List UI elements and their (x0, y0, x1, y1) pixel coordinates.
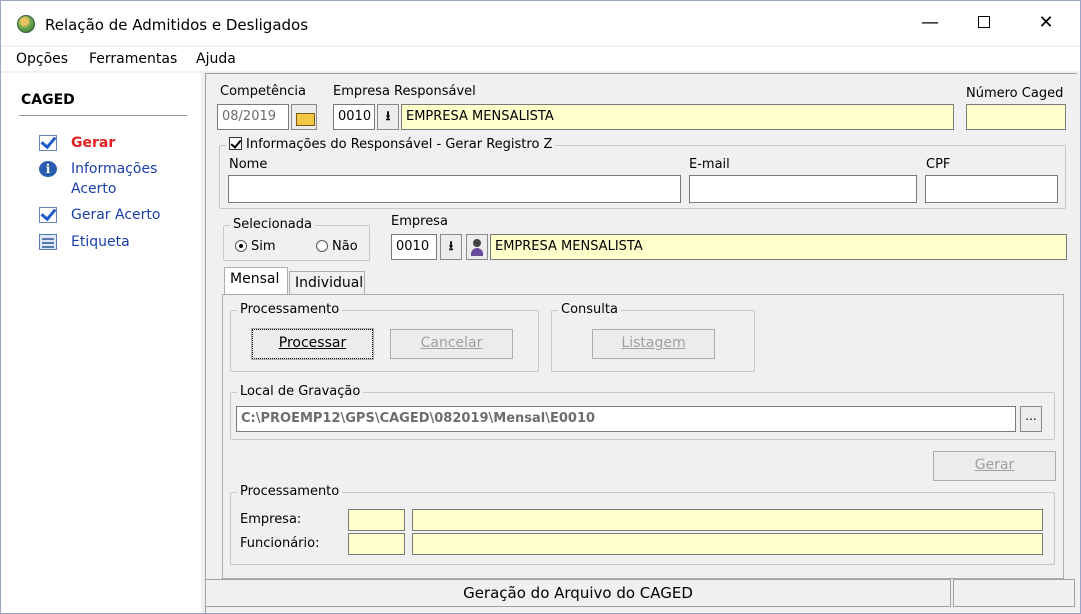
selecionada-group-title: Selecionada (230, 217, 315, 232)
sidebar-item-label: Gerar (71, 135, 116, 151)
maximize-icon (978, 15, 990, 28)
numero-caged-label: Número Caged (966, 86, 1064, 101)
gerar-label: Gerar (974, 457, 1015, 473)
sidebar-item-gerar-acerto[interactable]: Gerar Acerto (39, 205, 189, 225)
numero-caged-field (966, 104, 1066, 130)
title-bar: Relação de Admitidos e Desligados — ✕ (1, 1, 1080, 45)
cancelar-label: Cancelar (420, 335, 483, 351)
check-icon (39, 207, 57, 223)
sidebar-item-informacoes-acerto[interactable]: i Informações Acerto (39, 159, 189, 199)
app-window: Relação de Admitidos e Desligados — ✕ Op… (0, 0, 1081, 614)
maximize-button[interactable] (961, 7, 1007, 39)
consulta-group-title: Consulta (558, 302, 621, 317)
radio-nao-button[interactable] (316, 240, 328, 252)
nome-label: Nome (229, 157, 268, 172)
folder-open-button[interactable] (291, 104, 317, 130)
menu-opcoes[interactable]: Opções (16, 51, 68, 67)
label-icon (39, 234, 57, 250)
listagem-button[interactable]: Listagem (592, 329, 715, 359)
empresa-name-field: EMPRESA MENSALISTA (490, 234, 1067, 260)
empresa-responsavel-name-field: EMPRESA MENSALISTA (401, 104, 954, 130)
empresa-responsavel-label: Empresa Responsável (333, 84, 476, 99)
empresa-code-input[interactable]: 0010 (391, 234, 437, 260)
sidebar-item-label: Etiqueta (71, 234, 130, 250)
local-gravacao-group-title: Local de Gravação (237, 384, 364, 399)
processamento-empresa-label: Empresa: (240, 512, 302, 527)
info-icon: i (39, 161, 57, 177)
sidebar-item-gerar[interactable]: Gerar (39, 133, 189, 153)
listagem-label: Listagem (621, 335, 686, 351)
menu-ferramentas[interactable]: Ferramentas (89, 51, 177, 67)
processamento-group-title: Processamento (237, 302, 343, 317)
responsavel-group-title[interactable]: Informações do Responsável - Gerar Regis… (226, 137, 556, 152)
browse-button[interactable]: ... (1020, 406, 1042, 432)
email-label: E-mail (689, 157, 730, 172)
sidebar-title: CAGED (21, 92, 75, 108)
processamento-empresa-code-field (348, 509, 405, 531)
sidebar-item-label: Gerar Acerto (71, 207, 161, 223)
processar-button[interactable]: Processar (251, 328, 374, 360)
sidebar-item-label: Informações (71, 161, 158, 177)
local-gravacao-path-input[interactable]: C:\PROEMP12\GPS\CAGED\082019\Mensal\E001… (236, 406, 1016, 432)
check-icon (39, 135, 57, 151)
sidebar-divider (19, 115, 187, 116)
status-bar: Geração do Arquivo do CAGED (205, 579, 1077, 609)
competencia-input[interactable]: 08/2019 (217, 104, 289, 130)
tab-mensal[interactable]: Mensal (224, 267, 288, 296)
empresa-responsavel-dropdown-button[interactable]: ⭳ (377, 104, 399, 130)
close-button[interactable]: ✕ (1023, 7, 1069, 39)
email-input[interactable] (689, 175, 917, 203)
processamento-empresa-name-field (412, 509, 1043, 531)
gerar-registro-z-checkbox[interactable] (229, 137, 242, 150)
menu-bar: Opções Ferramentas Ajuda (1, 47, 1080, 71)
person-search-button[interactable] (466, 234, 488, 260)
minimize-button[interactable]: — (907, 7, 953, 39)
empresa-responsavel-code-input[interactable]: 0010 (333, 104, 375, 130)
radio-nao[interactable]: Não (316, 239, 358, 254)
status-message: Geração do Arquivo do CAGED (205, 579, 951, 607)
window-title: Relação de Admitidos e Desligados (45, 16, 309, 34)
radio-nao-label: Não (332, 239, 358, 254)
responsavel-group-label: Informações do Responsável - Gerar Regis… (246, 137, 553, 152)
processamento-funcionario-label: Funcionário: (240, 536, 320, 551)
sidebar-item-label-line2: Acerto (71, 181, 117, 197)
menu-ajuda[interactable]: Ajuda (196, 51, 236, 67)
processamento-status-group-title: Processamento (237, 484, 343, 499)
processamento-funcionario-code-field (348, 533, 405, 555)
processamento-funcionario-name-field (412, 533, 1043, 555)
nome-input[interactable] (228, 175, 681, 203)
cancelar-button[interactable]: Cancelar (390, 329, 513, 359)
empresa-label: Empresa (391, 214, 448, 229)
cpf-label: CPF (926, 157, 951, 172)
radio-sim[interactable]: Sim (235, 239, 276, 254)
tab-individual[interactable]: Individual (289, 271, 365, 295)
gerar-button[interactable]: Gerar (933, 451, 1056, 481)
sidebar-item-etiqueta[interactable]: Etiqueta (39, 232, 189, 252)
empresa-dropdown-button[interactable]: ⭳ (440, 234, 462, 260)
radio-sim-label: Sim (251, 239, 276, 254)
status-cell-empty (953, 579, 1075, 607)
app-icon (17, 15, 35, 33)
radio-sim-button[interactable] (235, 240, 247, 252)
processar-label: Processar (278, 335, 347, 351)
competencia-label: Competência (220, 84, 307, 99)
cpf-input[interactable] (925, 175, 1058, 203)
sidebar: CAGED Gerar i Informações Acerto Gerar A… (1, 73, 201, 613)
